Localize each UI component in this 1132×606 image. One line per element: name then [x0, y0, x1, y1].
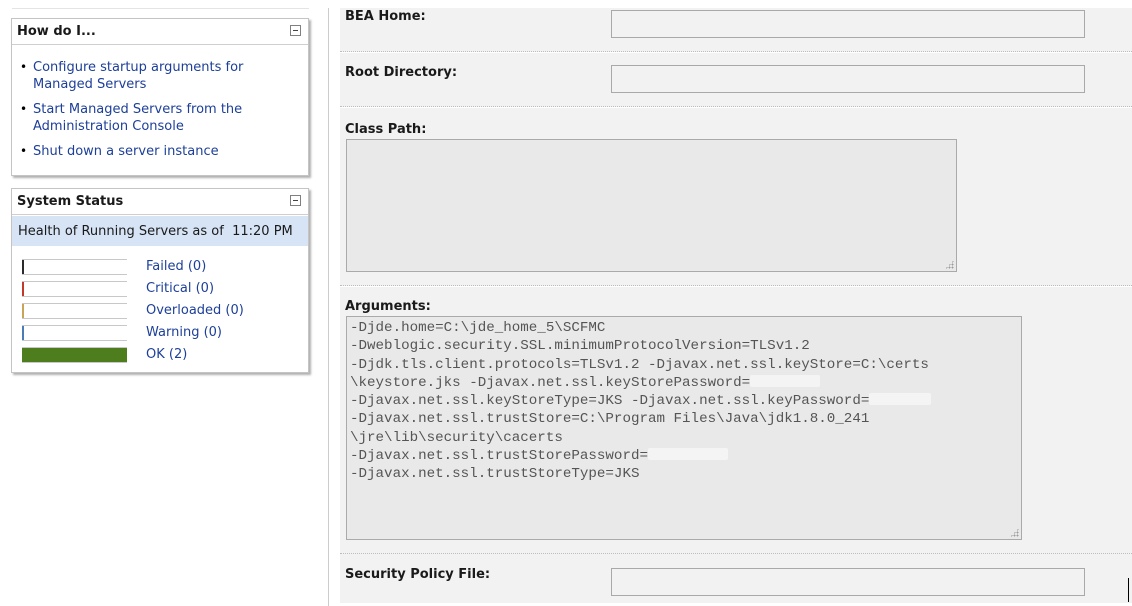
health-heading-band: Health of Running Servers as of 11:20 PM — [12, 216, 308, 246]
bea-home-input[interactable] — [611, 10, 1085, 38]
list-item: • Start Managed Servers from the Adminis… — [20, 101, 295, 135]
warning-link[interactable]: Warning (0) — [146, 325, 222, 340]
arguments-label: Arguments: — [345, 299, 431, 314]
health-heading-label: Health of Running Servers as of — [18, 224, 224, 239]
health-bar — [22, 259, 127, 275]
redacted-password — [750, 375, 821, 388]
how-do-i-header: How do I... — [12, 19, 308, 45]
column-divider — [328, 8, 329, 606]
arguments-line-text: \keystore.jks -Djavax.net.ssl.keyStorePa… — [350, 374, 751, 391]
left-sidebar: How do I... • Configure startup argument… — [0, 0, 318, 606]
divider — [12, 8, 309, 9]
bea-home-label: BEA Home: — [345, 9, 426, 24]
health-row-failed: Failed (0) — [22, 258, 302, 276]
arguments-line: -Djavax.net.ssl.trustStorePassword= — [350, 447, 1018, 465]
arguments-line: -Djavax.net.ssl.trustStore=C:\Program Fi… — [350, 411, 870, 428]
health-row-critical: Critical (0) — [22, 280, 302, 298]
health-bar — [22, 281, 127, 297]
health-row-ok: OK (2) — [22, 346, 302, 364]
security-policy-input[interactable] — [611, 568, 1085, 596]
health-bar — [22, 325, 127, 341]
overloaded-link[interactable]: Overloaded (0) — [146, 303, 244, 318]
arguments-row: Arguments: -Djde.home=C:\jde_home_5\SCFM… — [340, 287, 1132, 553]
bullet-icon: • — [20, 144, 28, 158]
system-status-header: System Status — [12, 189, 308, 215]
bullet-icon: • — [20, 60, 28, 74]
critical-link[interactable]: Critical (0) — [146, 281, 214, 296]
arguments-line: -Djavax.net.ssl.trustStoreType=JKS — [350, 466, 640, 483]
bea-home-row: BEA Home: — [340, 8, 1132, 52]
arguments-textarea[interactable]: -Djde.home=C:\jde_home_5\SCFMC -Dweblogic… — [346, 316, 1022, 540]
link-configure-startup-arguments[interactable]: Configure startup arguments for Managed … — [33, 60, 243, 92]
root-directory-label: Root Directory: — [345, 65, 458, 80]
health-bar — [22, 347, 127, 363]
security-policy-row: Security Policy File: — [340, 553, 1132, 603]
redacted-password — [869, 393, 932, 406]
security-policy-label: Security Policy File: — [345, 567, 491, 582]
health-bar-accent — [22, 282, 24, 296]
health-heading: Health of Running Servers as of 11:20 PM — [18, 224, 293, 239]
how-do-i-panel: How do I... • Configure startup argument… — [11, 18, 309, 176]
arguments-line-text: -Djavax.net.ssl.keyStoreType=JKS -Djavax… — [350, 393, 870, 410]
health-bar — [22, 303, 127, 319]
system-status-title: System Status — [17, 194, 124, 209]
redacted-password — [648, 448, 728, 461]
arguments-line: -Djavax.net.ssl.keyStoreType=JKS -Djavax… — [350, 392, 1018, 410]
arguments-line: -Dweblogic.security.SSL.minimumProtocolV… — [350, 338, 810, 355]
arguments-line: -Djdk.tls.client.protocols=TLSv1.2 -Djav… — [350, 356, 929, 373]
arguments-line: \jre\lib\security\cacerts — [350, 429, 563, 446]
health-row-warning: Warning (0) — [22, 324, 302, 342]
arguments-line: \keystore.jks -Djavax.net.ssl.keyStorePa… — [350, 374, 1018, 392]
collapse-icon[interactable] — [290, 25, 301, 36]
failed-link[interactable]: Failed (0) — [146, 259, 206, 274]
how-do-i-title: How do I... — [17, 24, 96, 39]
health-bar-accent — [22, 304, 24, 318]
arguments-line-text: -Djavax.net.ssl.trustStorePassword= — [350, 448, 648, 465]
class-path-row: Class Path: — [340, 108, 1132, 286]
link-shut-down-server[interactable]: Shut down a server instance — [33, 144, 219, 159]
text-cursor — [1128, 578, 1129, 602]
arguments-line: -Djde.home=C:\jde_home_5\SCFMC — [350, 320, 606, 336]
root-directory-input[interactable] — [611, 65, 1085, 93]
health-row-overloaded: Overloaded (0) — [22, 302, 302, 320]
link-start-managed-servers[interactable]: Start Managed Servers from the Administr… — [33, 102, 242, 134]
list-item: • Shut down a server instance — [20, 143, 295, 160]
health-bar-accent — [22, 326, 24, 340]
system-status-panel: System Status Health of Running Servers … — [11, 188, 309, 373]
health-bar-accent — [22, 260, 24, 274]
collapse-icon[interactable] — [290, 195, 301, 206]
bullet-icon: • — [20, 102, 28, 116]
health-time: 11:20 PM — [232, 224, 293, 239]
root-directory-row: Root Directory: — [340, 53, 1132, 107]
health-bar-fill — [22, 348, 127, 362]
how-do-i-list: • Configure startup arguments for Manage… — [20, 59, 295, 168]
list-item: • Configure startup arguments for Manage… — [20, 59, 295, 93]
class-path-textarea[interactable] — [346, 139, 957, 272]
ok-link[interactable]: OK (2) — [146, 347, 187, 362]
class-path-label: Class Path: — [345, 122, 427, 137]
